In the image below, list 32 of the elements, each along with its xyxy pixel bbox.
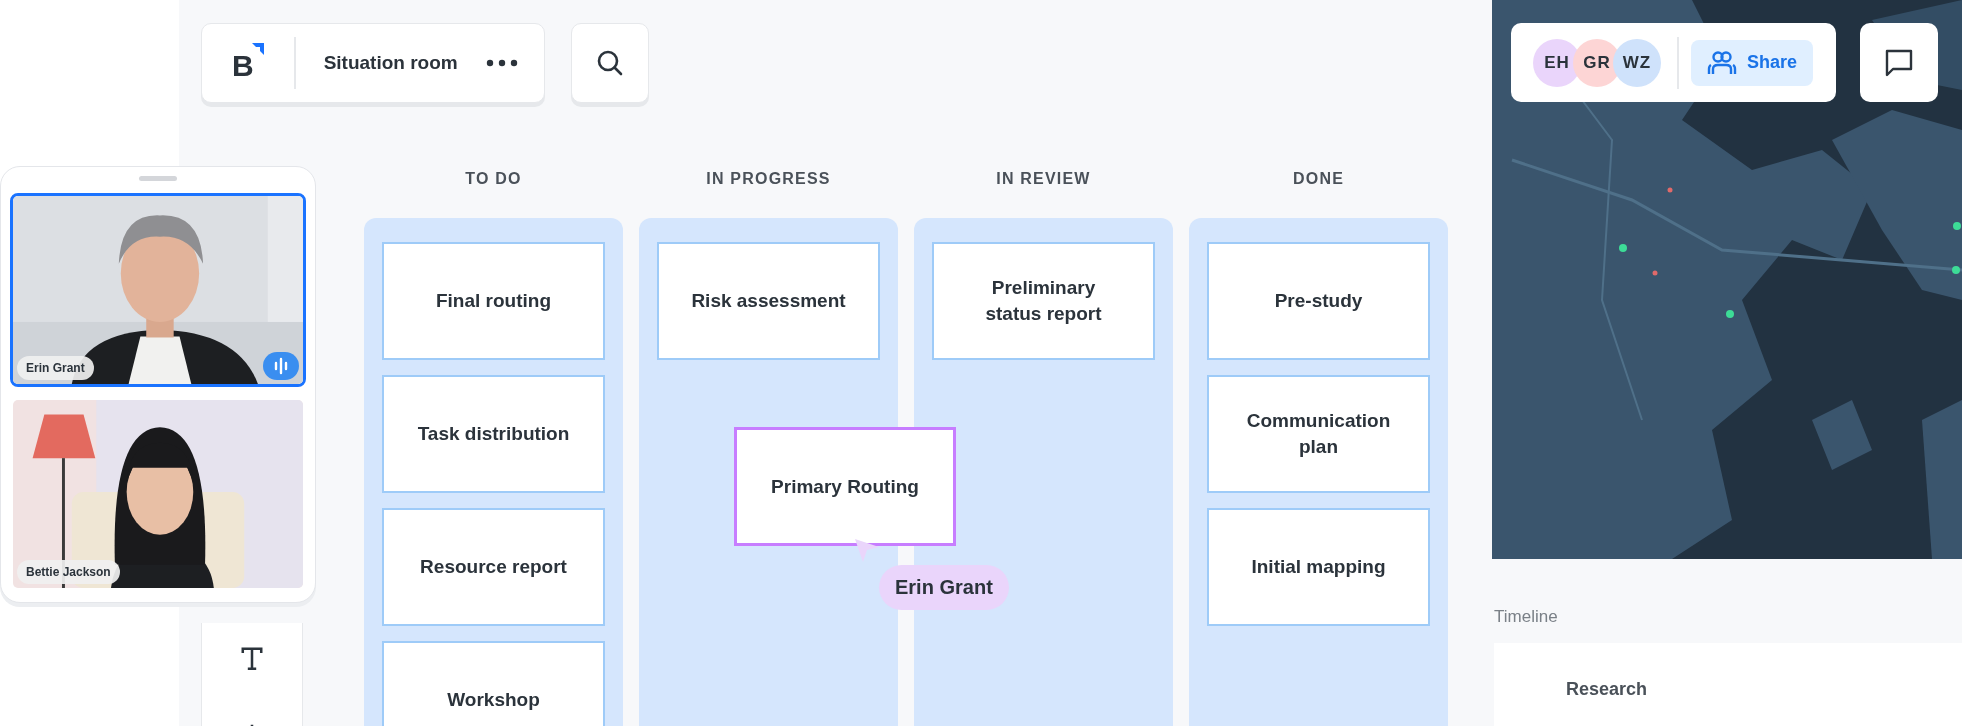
column-header: IN REVIEW [995, 170, 1092, 189]
chat-button[interactable] [1860, 23, 1938, 102]
column-header: TO DO [464, 170, 523, 189]
chat-icon [1884, 47, 1914, 78]
task-card[interactable]: Communication plan [1207, 375, 1430, 493]
search-icon [596, 49, 624, 77]
task-card[interactable]: Task distribution [382, 375, 605, 493]
user-cursor-label: Erin Grant [879, 565, 1009, 610]
board-title: Situation room [323, 52, 458, 74]
cursor-icon [854, 538, 880, 564]
task-card[interactable]: Preliminary status report [932, 242, 1155, 360]
task-card[interactable]: Resource report [382, 508, 605, 626]
video-tile[interactable]: Bettie Jackson [10, 397, 306, 591]
timeline-row-label: Research [1566, 679, 1649, 700]
column-header: IN PROGRESS [705, 170, 832, 189]
people-icon [1707, 49, 1737, 76]
task-card[interactable]: Risk assessment [657, 242, 880, 360]
participant-name: Erin Grant [17, 356, 94, 380]
more-icon[interactable] [486, 59, 518, 67]
logo[interactable]: B [232, 43, 264, 83]
video-tile[interactable]: Erin Grant [10, 193, 306, 387]
task-card[interactable]: Workshop [382, 641, 605, 726]
share-button[interactable]: Share [1691, 39, 1814, 86]
task-card[interactable]: Primary Routing [734, 427, 956, 546]
column-header: DONE [1292, 170, 1345, 189]
section-title: Timeline [1494, 607, 1559, 627]
user-avatar[interactable]: WZ [1613, 38, 1661, 87]
participant-name: Bettie Jackson [17, 560, 120, 584]
drag-handle[interactable] [139, 176, 177, 181]
task-card[interactable]: Pre-study [1207, 242, 1430, 360]
task-card[interactable]: Final routing [382, 242, 605, 360]
task-card[interactable]: Initial mapping [1207, 508, 1430, 626]
